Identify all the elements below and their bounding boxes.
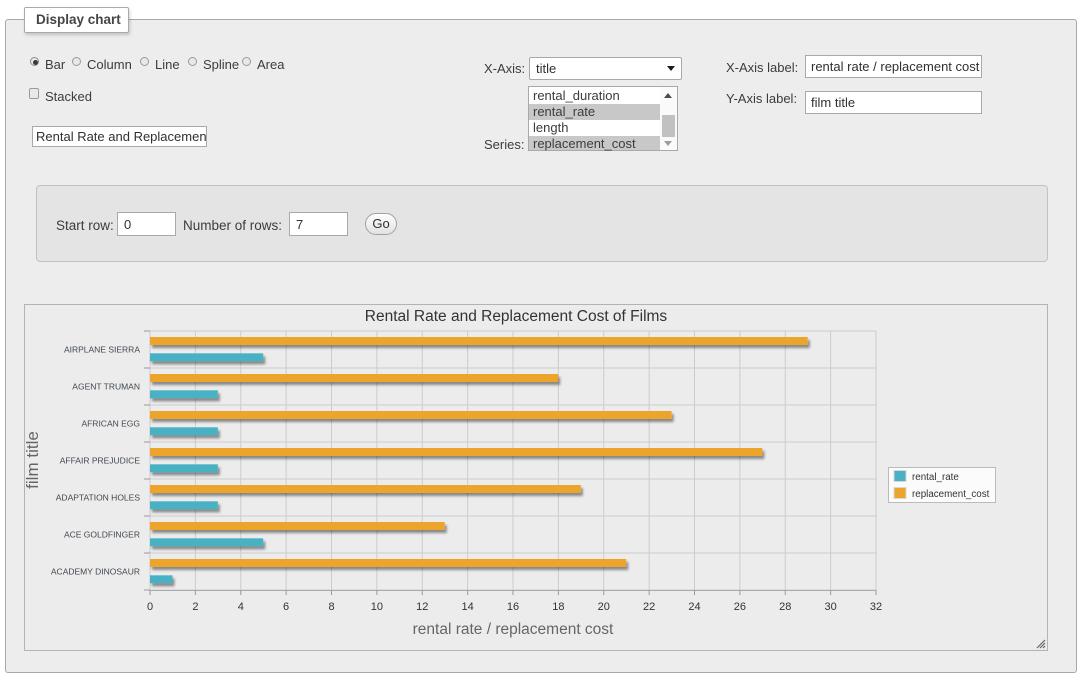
svg-text:18: 18 (552, 601, 564, 613)
svg-text:26: 26 (734, 601, 746, 613)
svg-text:32: 32 (870, 601, 882, 613)
svg-text:AFRICAN EGG: AFRICAN EGG (81, 419, 140, 429)
svg-text:ADAPTATION HOLES: ADAPTATION HOLES (56, 493, 141, 503)
svg-text:20: 20 (598, 601, 610, 613)
svg-text:6: 6 (283, 601, 289, 613)
svg-text:AFFAIR PREJUDICE: AFFAIR PREJUDICE (60, 456, 141, 466)
svg-text:14: 14 (461, 601, 473, 613)
svg-text:ACE GOLDFINGER: ACE GOLDFINGER (64, 530, 140, 540)
svg-text:10: 10 (371, 601, 383, 613)
svg-text:replacement_cost: replacement_cost (912, 489, 990, 500)
svg-text:Rental Rate and Replacement Co: Rental Rate and Replacement Cost of Film… (365, 308, 668, 325)
svg-text:24: 24 (688, 601, 700, 613)
svg-text:8: 8 (328, 601, 334, 613)
svg-text:22: 22 (643, 601, 655, 613)
svg-text:12: 12 (416, 601, 428, 613)
svg-text:30: 30 (824, 601, 836, 613)
svg-text:film title: film title (24, 431, 42, 489)
svg-text:16: 16 (507, 601, 519, 613)
svg-text:4: 4 (238, 601, 244, 613)
svg-text:28: 28 (779, 601, 791, 613)
svg-text:ACADEMY DINOSAUR: ACADEMY DINOSAUR (51, 567, 140, 577)
svg-text:rental rate / replacement cost: rental rate / replacement cost (413, 621, 614, 638)
svg-text:0: 0 (147, 601, 153, 613)
svg-text:AIRPLANE SIERRA: AIRPLANE SIERRA (64, 345, 140, 355)
svg-text:AGENT TRUMAN: AGENT TRUMAN (72, 382, 140, 392)
svg-text:2: 2 (192, 601, 198, 613)
svg-text:rental_rate: rental_rate (912, 472, 959, 483)
